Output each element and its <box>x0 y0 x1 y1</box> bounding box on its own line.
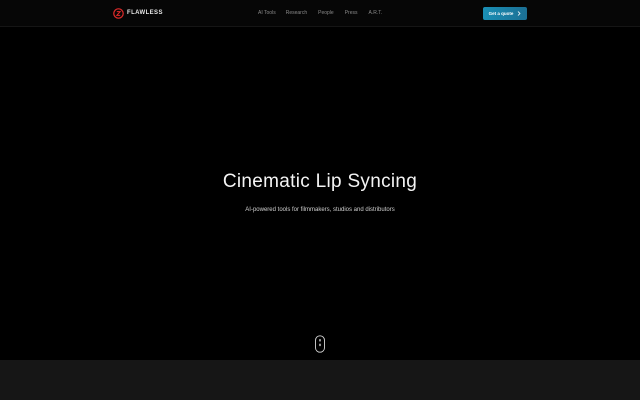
get-quote-button[interactable]: Get a quote <box>483 7 527 20</box>
hero-title: Cinematic Lip Syncing <box>222 171 418 192</box>
brand-logo[interactable]: FLAWLESS <box>113 7 163 19</box>
nav-item-press[interactable]: Press <box>345 9 358 17</box>
nav-item-research[interactable]: Research <box>286 9 307 17</box>
brand-name: FLAWLESS <box>127 10 163 16</box>
hero-subtitle: AI-powered tools for filmmakers, studios… <box>245 207 395 213</box>
next-section <box>0 360 640 400</box>
mouse-scroll-icon[interactable] <box>314 335 326 353</box>
get-quote-label: Get a quote <box>488 10 514 16</box>
nav-item-art[interactable]: A.R.T. <box>368 9 382 17</box>
chevron-right-icon <box>518 11 521 16</box>
flawless-logo-icon <box>113 7 124 19</box>
nav-item-ai-tools[interactable]: AI Tools <box>258 9 276 17</box>
main-nav: AI Tools Research People Press A.R.T. <box>258 9 382 17</box>
nav-item-people[interactable]: People <box>318 9 334 17</box>
site-header: FLAWLESS AI Tools Research People Press … <box>0 0 640 27</box>
hero-section: Cinematic Lip Syncing AI-powered tools f… <box>0 27 640 360</box>
